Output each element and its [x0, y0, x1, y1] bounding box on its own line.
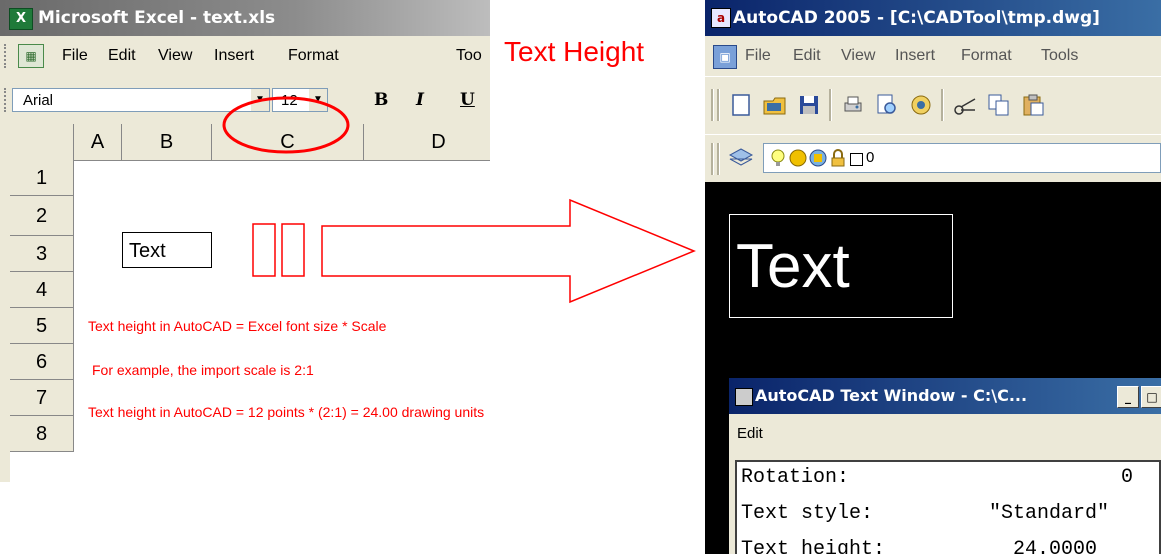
- toolbar-separator: [941, 89, 944, 121]
- new-icon[interactable]: [727, 91, 755, 119]
- text-window-app-icon[interactable]: [735, 388, 753, 406]
- output-value-text-style: "Standard": [989, 502, 1110, 525]
- cut-icon[interactable]: [951, 91, 979, 119]
- glyph-box-right: [281, 223, 305, 277]
- output-label-text-height: Text height:: [741, 538, 886, 554]
- paste-icon[interactable]: [1019, 91, 1047, 119]
- acad-menu-file[interactable]: File: [745, 47, 771, 65]
- toolbar-grip-icon[interactable]: [711, 143, 714, 175]
- minimize-icon[interactable]: _: [1117, 386, 1139, 408]
- text-window: AutoCAD Text Window - C:\C... _ □ Edit R…: [729, 378, 1161, 554]
- toolbar-grip-icon[interactable]: [717, 143, 720, 175]
- acad-menu-edit[interactable]: Edit: [793, 47, 821, 65]
- lock-icon[interactable]: [828, 148, 848, 168]
- bulb-icon[interactable]: [768, 148, 788, 168]
- color-swatch-icon: [850, 153, 863, 166]
- autocad-window: a AutoCAD 2005 - [C:\CADTool\tmp.dwg] ▣ …: [705, 0, 1161, 554]
- save-icon[interactable]: [795, 91, 823, 119]
- font-size-highlight-ellipse: [222, 96, 350, 154]
- toolbar-separator: [829, 89, 832, 121]
- acad-menu-view[interactable]: View: [841, 47, 875, 65]
- drawing-area[interactable]: Text AutoCAD Text Window - C:\C... _ □ E…: [705, 182, 1161, 554]
- maximize-icon[interactable]: □: [1141, 386, 1161, 408]
- sun-icon[interactable]: [788, 148, 808, 168]
- toolbar-grip-icon[interactable]: [711, 89, 714, 121]
- acad-menu-format[interactable]: Format: [961, 47, 1012, 65]
- autocad-title-bar: a AutoCAD 2005 - [C:\CADTool\tmp.dwg]: [705, 0, 1161, 36]
- autocad-app-icon[interactable]: a: [711, 8, 731, 28]
- acad-menu-insert[interactable]: Insert: [895, 47, 935, 65]
- transfer-arrow: [321, 198, 696, 304]
- output-label-rotation: Rotation:: [741, 466, 850, 489]
- autocad-doc-icon[interactable]: ▣: [713, 45, 737, 69]
- text-window-title: AutoCAD Text Window - C:\C...: [755, 386, 1028, 405]
- autocad-standard-toolbar: [705, 76, 1161, 135]
- layer-name: 0: [866, 149, 875, 166]
- layer-select[interactable]: 0: [763, 143, 1161, 173]
- glyph-box-left: [252, 223, 276, 277]
- text-window-menu: Edit: [729, 414, 1161, 454]
- drawing-text-object[interactable]: Text: [729, 214, 953, 318]
- text-window-menu-edit[interactable]: Edit: [737, 425, 763, 442]
- acad-menu-tools[interactable]: Tools: [1041, 47, 1078, 65]
- text-window-output[interactable]: Rotation: 0 Text style: "Standard" Text …: [735, 460, 1161, 554]
- plot-icon[interactable]: [839, 91, 867, 119]
- preview-icon[interactable]: [873, 91, 901, 119]
- output-value-rotation: 0: [1121, 466, 1134, 489]
- autocad-layers-toolbar: 0: [705, 134, 1161, 183]
- toolbar-grip-icon[interactable]: [717, 89, 720, 121]
- autocad-menu-bar: ▣ File Edit View Insert Format Tools: [705, 36, 1161, 76]
- layers-icon[interactable]: [727, 144, 755, 172]
- publish-icon[interactable]: [907, 91, 935, 119]
- open-icon[interactable]: [761, 91, 789, 119]
- output-value-text-height: 24.0000: [1013, 538, 1098, 554]
- autocad-window-title: AutoCAD 2005 - [C:\CADTool\tmp.dwg]: [733, 8, 1100, 28]
- output-label-text-style: Text style:: [741, 502, 874, 525]
- freeze-viewport-icon[interactable]: [808, 148, 828, 168]
- text-window-title-bar: AutoCAD Text Window - C:\C... _ □: [729, 378, 1161, 414]
- copy-icon[interactable]: [985, 91, 1013, 119]
